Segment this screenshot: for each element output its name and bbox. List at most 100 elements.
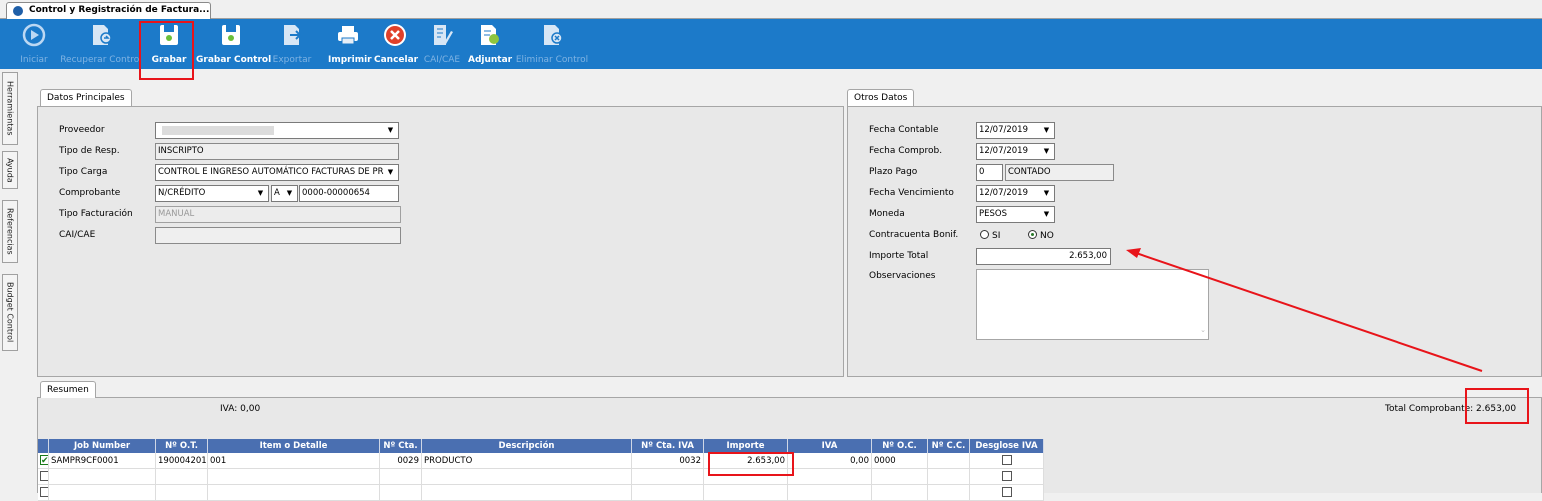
checkbox-icon[interactable] xyxy=(40,487,48,497)
tab-resumen[interactable]: Resumen xyxy=(40,381,96,398)
grid-cell-cc[interactable] xyxy=(928,485,970,501)
scroll-down-icon[interactable]: ⌄ xyxy=(1200,323,1206,338)
contracuenta-no-radio[interactable]: NO xyxy=(1028,230,1054,241)
grid-cell-desglose[interactable] xyxy=(970,485,1044,501)
grid-cell-oc[interactable] xyxy=(872,485,928,501)
grid-cell-iva[interactable] xyxy=(788,469,872,485)
contracuenta-si-radio[interactable]: SI xyxy=(980,230,1000,241)
sidebar-tab-budget-control[interactable]: Budget Control xyxy=(2,274,18,351)
grid-cell-checked[interactable] xyxy=(38,469,49,485)
scroll-up-icon[interactable]: ⌃ xyxy=(1200,271,1206,286)
recuperar-control-button[interactable]: Recuperar Control xyxy=(60,19,142,69)
chevron-down-icon[interactable]: ▼ xyxy=(283,187,296,200)
chevron-down-icon[interactable]: ▼ xyxy=(1040,124,1053,137)
grid-cell-cta[interactable] xyxy=(380,469,422,485)
grid-cell-cc[interactable] xyxy=(928,453,970,469)
checkbox-icon[interactable] xyxy=(1001,471,1012,481)
grid-cell-iva[interactable] xyxy=(788,485,872,501)
grid-header-nro-cta-iva[interactable]: Nº Cta. IVA xyxy=(632,439,704,453)
checkbox-checked-icon[interactable] xyxy=(40,453,48,468)
grid-header-job-number[interactable]: Job Number xyxy=(49,439,156,453)
sidebar-tab-herramientas[interactable]: Herramientas xyxy=(2,72,18,145)
grid-cell-cc[interactable] xyxy=(928,469,970,485)
grid-cell-checked[interactable] xyxy=(38,485,49,501)
eliminar-control-button[interactable]: Eliminar Control xyxy=(514,19,590,69)
fecha-contable-value: 12/07/2019 xyxy=(979,125,1028,135)
grid-cell-item[interactable] xyxy=(208,469,380,485)
grid-cell-checked[interactable] xyxy=(38,453,49,469)
grid-cell-cta[interactable] xyxy=(380,485,422,501)
chevron-down-icon[interactable]: ▼ xyxy=(1040,187,1053,200)
grid-cell-ot[interactable] xyxy=(156,469,208,485)
cai-cae-field[interactable] xyxy=(155,227,401,244)
adjuntar-button[interactable]: Adjuntar xyxy=(468,19,512,69)
grid-header-desglose-iva[interactable]: Desglose IVA xyxy=(970,439,1044,453)
grid-header-iva[interactable]: IVA xyxy=(788,439,872,453)
grid-cell-job[interactable] xyxy=(49,485,156,501)
grid-cell-importe[interactable] xyxy=(704,485,788,501)
comprobante-numero-field[interactable]: 0000-00000654 xyxy=(299,185,399,202)
cai-cae-button[interactable]: CAI/CAE xyxy=(420,19,464,69)
sidebar-tab-referencias[interactable]: Referencias xyxy=(2,200,18,263)
checkbox-icon[interactable] xyxy=(40,471,48,481)
grid-cell-cta-iva[interactable] xyxy=(632,485,704,501)
grid-header-nro-ot[interactable]: Nº O.T. xyxy=(156,439,208,453)
grid-cell-oc[interactable] xyxy=(872,469,928,485)
tab-otros-datos[interactable]: Otros Datos xyxy=(847,89,915,106)
grid-cell-desglose[interactable] xyxy=(970,469,1044,485)
moneda-select[interactable]: PESOS ▼ xyxy=(976,206,1055,223)
grid-cell-ot[interactable]: 1900042019 xyxy=(156,453,208,469)
checkbox-icon[interactable] xyxy=(1001,487,1012,497)
grid-cell-cta-iva[interactable] xyxy=(632,469,704,485)
grid-cell-desc[interactable] xyxy=(422,485,632,501)
tab-datos-principales[interactable]: Datos Principales xyxy=(40,89,132,106)
grid-cell-job[interactable] xyxy=(49,469,156,485)
observaciones-textarea[interactable]: ⌃ ⌄ xyxy=(976,269,1209,340)
fecha-vencimiento-picker[interactable]: 12/07/2019 ▼ xyxy=(976,185,1055,202)
grid-cell-iva[interactable]: 0,00 xyxy=(788,453,872,469)
plazo-pago-dias-field[interactable]: 0 xyxy=(976,164,1003,181)
fecha-comprob-picker[interactable]: 12/07/2019 ▼ xyxy=(976,143,1055,160)
grid-cell-ot[interactable] xyxy=(156,485,208,501)
radio-icon xyxy=(980,230,989,239)
cancel-x-icon xyxy=(383,23,407,47)
grid-header-nro-oc[interactable]: Nº O.C. xyxy=(872,439,928,453)
chevron-down-icon[interactable]: ▼ xyxy=(1040,208,1053,221)
grid-header-importe[interactable]: Importe xyxy=(704,439,788,453)
importe-total-field[interactable]: 2.653,00 xyxy=(976,248,1111,265)
tipo-carga-select[interactable]: CONTROL E INGRESO AUTOMÁTICO FACTURAS DE… xyxy=(155,164,399,181)
chevron-down-icon[interactable]: ▼ xyxy=(384,124,397,137)
resumen-iva: IVA: 0,00 xyxy=(220,404,261,414)
grid-cell-job[interactable]: SAMPR9CF0001 xyxy=(49,453,156,469)
imprimir-button[interactable]: Imprimir xyxy=(328,19,372,69)
iniciar-button[interactable]: Iniciar xyxy=(12,19,56,69)
checkbox-icon[interactable] xyxy=(1001,455,1012,465)
grid-cell-desglose[interactable] xyxy=(970,453,1044,469)
document-tab-title: Control y Registración de Factura... xyxy=(29,5,210,15)
exportar-button[interactable]: Exportar xyxy=(268,19,316,69)
grabar-control-button[interactable]: Grabar Control xyxy=(196,19,271,69)
cancelar-button[interactable]: Cancelar xyxy=(374,19,418,69)
grid-header-nro-cc[interactable]: Nº C.C. xyxy=(928,439,970,453)
grid-cell-item[interactable]: 001 xyxy=(208,453,380,469)
tipo-resp-field[interactable]: INSCRIPTO xyxy=(155,143,399,160)
document-tab[interactable]: Control y Registración de Factura... xyxy=(6,2,211,19)
grid-cell-desc[interactable] xyxy=(422,469,632,485)
chevron-down-icon[interactable]: ▼ xyxy=(254,187,267,200)
sidebar-tab-ayuda[interactable]: Ayuda xyxy=(2,151,18,189)
grid-header-item-detalle[interactable]: Item o Detalle xyxy=(208,439,380,453)
grid-cell-cta-iva[interactable]: 0032 xyxy=(632,453,704,469)
chevron-down-icon[interactable]: ▼ xyxy=(384,166,397,179)
comprobante-letra-select[interactable]: A ▼ xyxy=(271,185,298,202)
proveedor-select[interactable]: ▼ xyxy=(155,122,399,139)
grid-cell-item[interactable] xyxy=(208,485,380,501)
chevron-down-icon[interactable]: ▼ xyxy=(1040,145,1053,158)
grid-cell-cta[interactable]: 0029 xyxy=(380,453,422,469)
grid-header-descripcion[interactable]: Descripción xyxy=(422,439,632,453)
moneda-label: Moneda xyxy=(869,209,905,219)
fecha-contable-picker[interactable]: 12/07/2019 ▼ xyxy=(976,122,1055,139)
comprobante-tipo-select[interactable]: N/CRÉDITO ▼ xyxy=(155,185,269,202)
grid-cell-oc[interactable]: 0000 xyxy=(872,453,928,469)
grid-cell-desc[interactable]: PRODUCTO xyxy=(422,453,632,469)
grid-header-nro-cta[interactable]: Nº Cta. xyxy=(380,439,422,453)
